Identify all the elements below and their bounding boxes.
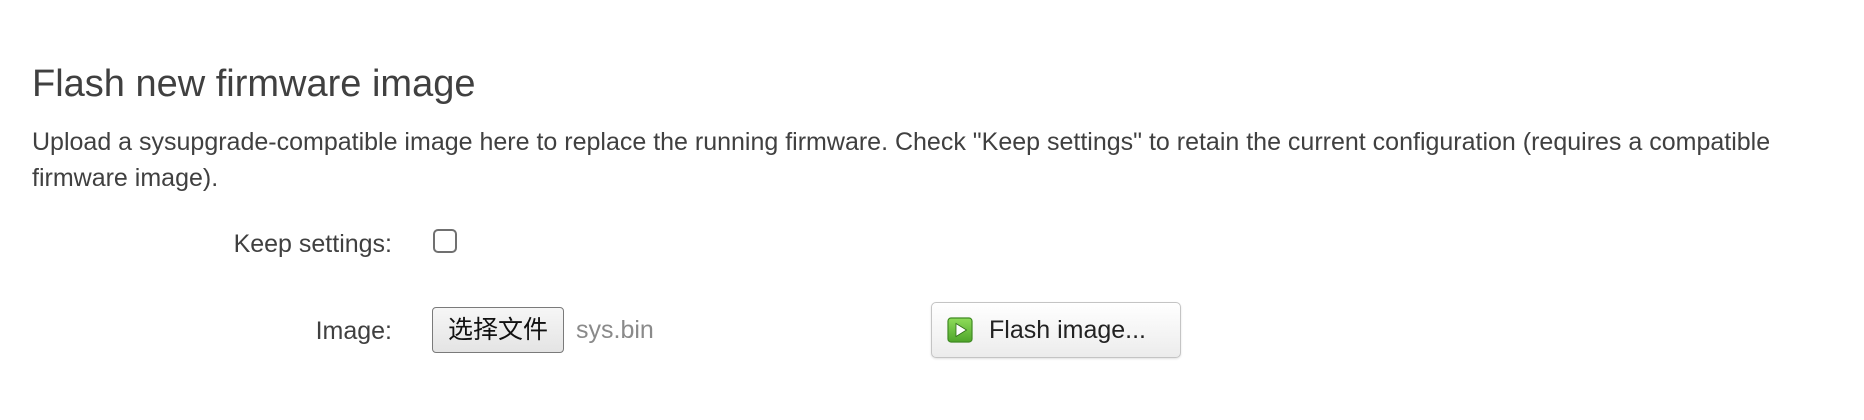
keep-settings-label: Keep settings: [233, 230, 392, 258]
flash-play-icon [947, 317, 973, 343]
flash-image-button[interactable]: Flash image... [931, 302, 1181, 358]
flash-image-label: Flash image... [989, 316, 1147, 344]
image-row: Image: 选择文件 sys.bin Flash image... [0, 300, 1864, 360]
flash-firmware-page: Flash new firmware image Upload a sysupg… [0, 0, 1864, 420]
image-label: Image: [315, 317, 392, 345]
keep-settings-row: Keep settings: [0, 213, 1864, 273]
keep-settings-checkbox[interactable] [433, 229, 457, 253]
section-description: Upload a sysupgrade-compatible image her… [32, 128, 1771, 192]
choose-file-button[interactable]: 选择文件 [432, 307, 565, 353]
section-title: Flash new firmware image [32, 63, 476, 105]
selected-file-name: sys.bin [576, 316, 654, 344]
